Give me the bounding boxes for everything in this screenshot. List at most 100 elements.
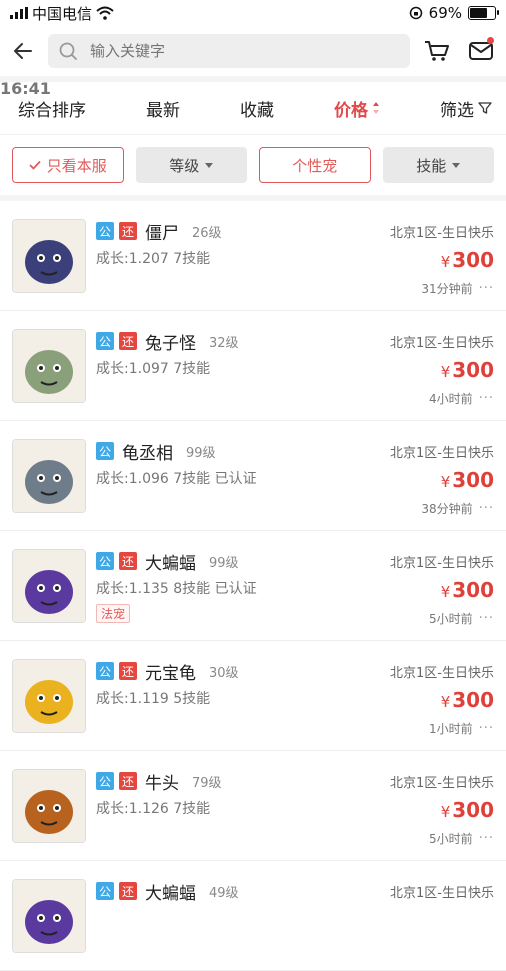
pet-portrait-icon — [13, 220, 85, 292]
more-options-icon[interactable]: ··· — [479, 721, 494, 736]
return-badge: 还 — [119, 552, 137, 570]
price-value: 300 — [452, 248, 494, 272]
pet-detail: 成长:1.126 7技能 — [96, 801, 211, 817]
posted-time: 31分钟前 ··· — [421, 280, 494, 297]
price-value: 300 — [452, 578, 494, 602]
list-item[interactable]: 公 还 僵尸 26级 北京1区-生日快乐 成长:1.207 7技能 ¥300 3… — [0, 201, 506, 311]
sort-tabs: 综合排序 最新 收藏 价格 筛选 — [0, 76, 506, 134]
public-badge: 公 — [96, 222, 114, 240]
pet-avatar — [12, 879, 86, 953]
battery-icon — [468, 6, 499, 20]
tab-overall[interactable]: 综合排序 — [18, 96, 86, 121]
top-bar — [0, 26, 506, 76]
pet-level: 99级 — [186, 445, 216, 461]
return-badge: 还 — [119, 772, 137, 790]
pet-name: 大蝙蝠 — [145, 553, 196, 574]
message-button[interactable] — [464, 34, 498, 68]
dropdown-icon — [205, 162, 214, 168]
back-arrow-icon — [14, 43, 32, 59]
pet-avatar — [12, 439, 86, 513]
list-item[interactable]: 公 还 大蝙蝠 49级 北京1区-生日快乐 — [0, 861, 506, 971]
time-label: 31分钟前 — [421, 282, 473, 296]
return-badge: 还 — [119, 662, 137, 680]
pet-price: ¥300 — [441, 358, 494, 382]
more-options-icon[interactable]: ··· — [479, 391, 494, 406]
filter-bar: 只看本服 等级 个性宠 技能 — [0, 134, 506, 201]
time-label: 4小时前 — [428, 392, 473, 406]
pet-name: 兔子怪 — [145, 333, 196, 354]
public-badge: 公 — [96, 442, 114, 460]
pet-detail: 成长:1.097 7技能 — [96, 361, 211, 377]
list-item[interactable]: 公 还 大蝙蝠 99级 北京1区-生日快乐 成长:1.135 8技能 已认证 法… — [0, 531, 506, 641]
pet-name: 龟丞相 — [122, 443, 173, 464]
more-options-icon[interactable]: ··· — [479, 831, 494, 846]
pet-level: 79级 — [192, 775, 222, 791]
price-value: 300 — [452, 688, 494, 712]
pet-info: 公 还 兔子怪 32级 北京1区-生日快乐 成长:1.097 7技能 ¥300 … — [86, 311, 494, 420]
pet-info: 公 还 大蝙蝠 99级 北京1区-生日快乐 成长:1.135 8技能 已认证 法… — [86, 531, 494, 640]
more-options-icon[interactable]: ··· — [479, 281, 494, 296]
own-server-filter[interactable]: 只看本服 — [12, 147, 124, 183]
pet-detail: 成长:1.207 7技能 — [96, 251, 211, 267]
search-box[interactable] — [48, 34, 410, 68]
posted-time: 1小时前 ··· — [429, 720, 494, 737]
time-label: 5小时前 — [428, 832, 473, 846]
pet-avatar — [12, 549, 86, 623]
server-name: 北京1区-生日快乐 — [390, 776, 494, 791]
posted-time: 5小时前 ··· — [429, 610, 494, 627]
pet-price: ¥300 — [441, 688, 494, 712]
grade-filter[interactable]: 等级 — [135, 147, 247, 183]
currency-symbol: ¥ — [440, 693, 451, 711]
pet-info: 公 还 僵尸 26级 北京1区-生日快乐 成长:1.207 7技能 ¥300 3… — [86, 201, 494, 310]
pet-level: 32级 — [209, 335, 239, 351]
search-input[interactable] — [88, 41, 400, 61]
list-item[interactable]: 公 还 元宝龟 30级 北京1区-生日快乐 成长:1.119 5技能 ¥300 … — [0, 641, 506, 751]
tab-favorites[interactable]: 收藏 — [240, 96, 274, 121]
pet-list: 公 还 僵尸 26级 北京1区-生日快乐 成长:1.207 7技能 ¥300 3… — [0, 201, 506, 971]
price-value: 300 — [452, 798, 494, 822]
more-options-icon[interactable]: ··· — [479, 611, 494, 626]
posted-time: 4小时前 ··· — [429, 390, 494, 407]
personal-pet-filter[interactable]: 个性宠 — [259, 147, 371, 183]
pet-level: 99级 — [209, 555, 239, 571]
server-name: 北京1区-生日快乐 — [390, 446, 494, 461]
currency-symbol: ¥ — [440, 583, 451, 601]
pet-price: ¥300 — [441, 798, 494, 822]
public-badge: 公 — [96, 882, 114, 900]
pet-tag: 法宠 — [96, 604, 131, 623]
pet-portrait-icon — [13, 660, 85, 732]
more-options-icon[interactable]: ··· — [479, 501, 494, 516]
return-badge: 还 — [119, 332, 137, 350]
status-right: 69% — [409, 4, 499, 22]
filter-label: 个性宠 — [292, 156, 338, 175]
cart-button[interactable] — [420, 34, 454, 68]
time-label: 38分钟前 — [421, 502, 473, 516]
tab-price[interactable]: 价格 — [334, 96, 380, 121]
back-button[interactable] — [8, 36, 38, 66]
server-name: 北京1区-生日快乐 — [390, 556, 494, 571]
check-icon — [29, 160, 41, 170]
tab-filter[interactable]: 筛选 — [440, 96, 492, 121]
skills-filter[interactable]: 技能 — [382, 147, 494, 183]
tab-latest[interactable]: 最新 — [146, 96, 180, 121]
pet-avatar — [12, 329, 86, 403]
list-item[interactable]: 公 龟丞相 99级 北京1区-生日快乐 成长:1.096 7技能 已认证 ¥30… — [0, 421, 506, 531]
list-item[interactable]: 公 还 牛头 79级 北京1区-生日快乐 成长:1.126 7技能 ¥300 5… — [0, 751, 506, 861]
time-label: 5小时前 — [428, 612, 473, 626]
pet-avatar — [12, 219, 86, 293]
notification-dot — [487, 37, 494, 44]
pet-info: 公 还 元宝龟 30级 北京1区-生日快乐 成长:1.119 5技能 ¥300 … — [86, 641, 494, 750]
list-item[interactable]: 公 还 兔子怪 32级 北京1区-生日快乐 成长:1.097 7技能 ¥300 … — [0, 311, 506, 421]
public-badge: 公 — [96, 552, 114, 570]
posted-time: 5小时前 ··· — [429, 830, 494, 847]
currency-symbol: ¥ — [440, 473, 451, 491]
sort-arrows-icon — [373, 102, 379, 114]
public-badge: 公 — [96, 662, 114, 680]
pet-name: 牛头 — [145, 773, 179, 794]
server-name: 北京1区-生日快乐 — [390, 886, 494, 901]
tab-label: 综合排序 — [18, 100, 86, 121]
status-bar: 中国电信 16:41 69% — [0, 0, 506, 98]
pet-detail: 成长:1.096 7技能 已认证 — [96, 471, 257, 487]
funnel-icon — [478, 102, 492, 114]
price-value: 300 — [452, 358, 494, 382]
